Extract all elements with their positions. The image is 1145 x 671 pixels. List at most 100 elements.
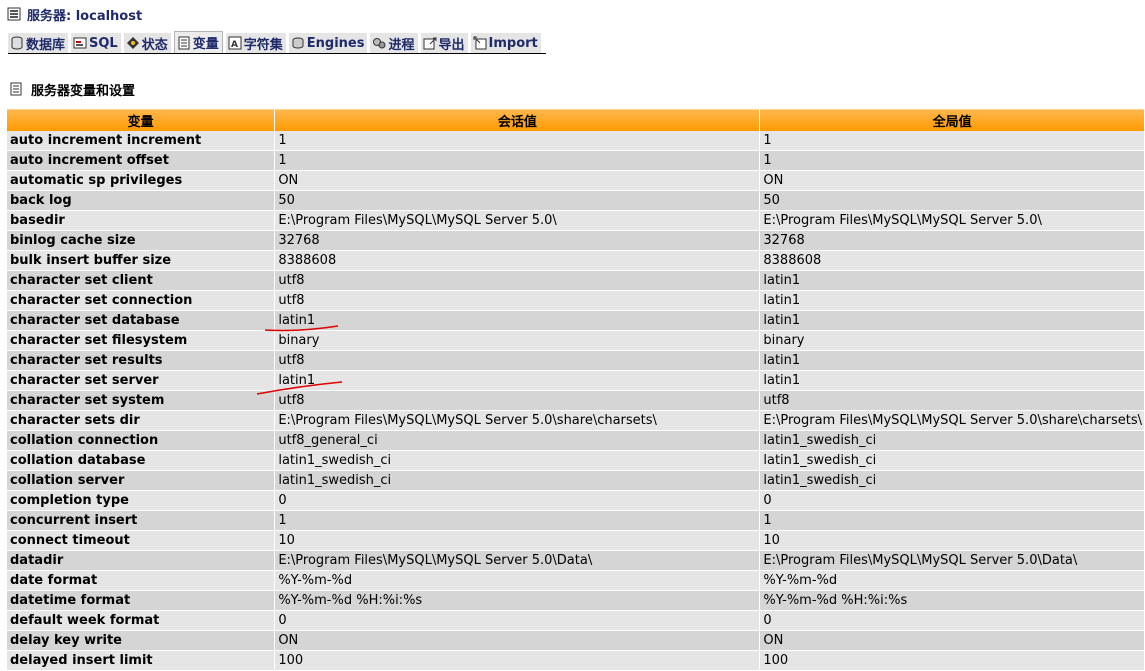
- variable-name-cell: datetime format: [7, 591, 276, 611]
- tab-variables[interactable]: 变量: [173, 31, 223, 53]
- global-value-cell: 1: [760, 151, 1144, 171]
- status-icon: [126, 37, 139, 49]
- session-value-cell: utf8_general_ci: [275, 431, 761, 451]
- variable-name-cell: concurrent insert: [7, 511, 276, 531]
- server-breadcrumb: 服务器: localhost: [7, 5, 142, 24]
- column-header-variable: 变量: [7, 109, 276, 131]
- global-value-cell: 32768: [760, 231, 1144, 251]
- engines-icon: [292, 37, 304, 49]
- global-value-cell: 100: [760, 651, 1144, 671]
- table-row: character sets dir E:\Program Files\MySQL…: [7, 411, 1144, 431]
- session-value-cell: 0: [275, 491, 761, 511]
- session-value-cell: E:\Program Files\MySQL\MySQL Server 5.0\…: [275, 551, 761, 571]
- session-value-cell: latin1_swedish_ci: [275, 471, 761, 491]
- section-title-text: 服务器变量和设置: [31, 83, 136, 99]
- table-row: basedir E:\Program Files\MySQL\MySQL Serv…: [7, 211, 1144, 231]
- tab-label: 变量: [192, 37, 219, 52]
- variable-name-cell: date format: [7, 571, 276, 591]
- tab-export[interactable]: 导出: [420, 33, 468, 53]
- table-row: delay key write ON ON: [7, 631, 1144, 651]
- session-value-cell: latin1_swedish_ci: [275, 451, 761, 471]
- variable-name-cell: default week format: [7, 611, 276, 631]
- variable-name-cell: automatic sp privileges: [7, 171, 276, 191]
- global-value-cell: latin1_swedish_ci: [760, 471, 1144, 491]
- table-row: automatic sp privileges ON ON: [7, 171, 1144, 191]
- tab-status[interactable]: 状态: [123, 33, 171, 53]
- section-title: 服务器变量和设置: [9, 79, 135, 99]
- session-value-cell: 1: [275, 151, 761, 171]
- column-header-global-value: 全局值: [760, 109, 1144, 131]
- global-value-cell: 1: [760, 511, 1144, 531]
- tab-label: 数据库: [26, 37, 66, 53]
- import-icon: [473, 36, 487, 50]
- global-value-cell: latin1: [760, 271, 1144, 291]
- variable-name-cell: collation database: [7, 451, 276, 471]
- variables-icon: [10, 82, 22, 96]
- tab-label: Engines: [306, 35, 365, 51]
- variables-icon: [178, 36, 190, 49]
- tab-label: Import: [488, 35, 538, 51]
- server-icon: [7, 7, 21, 21]
- variable-name-cell: delayed insert limit: [7, 651, 276, 671]
- session-value-cell: ON: [275, 171, 761, 191]
- table-row: completion type 0 0: [7, 491, 1144, 511]
- table-row: collation database latin1_swedish_ci latin…: [7, 451, 1144, 471]
- variable-name-cell: character set client: [7, 271, 276, 291]
- tab-sql[interactable]: SQL: [71, 33, 121, 53]
- variable-name-cell: collation connection: [7, 431, 276, 451]
- variable-name-cell: basedir: [7, 211, 276, 231]
- variable-name-cell: delay key write: [7, 631, 276, 651]
- variable-name-cell: character set server: [7, 371, 276, 391]
- global-value-cell: ON: [760, 171, 1144, 191]
- variable-name-cell: collation server: [7, 471, 276, 491]
- variable-name-cell: binlog cache size: [7, 231, 276, 251]
- table-row: character set system utf8 utf8: [7, 391, 1144, 411]
- session-value-cell: E:\Program Files\MySQL\MySQL Server 5.0\…: [275, 411, 761, 431]
- table-row: bulk insert buffer size 8388608 8388608: [7, 251, 1144, 271]
- variable-name-cell: back log: [7, 191, 276, 211]
- variable-name-cell: auto increment offset: [7, 151, 276, 171]
- table-row: auto increment offset 1 1: [7, 151, 1144, 171]
- session-value-cell: 1: [275, 511, 761, 531]
- session-value-cell: 100: [275, 651, 761, 671]
- table-row: character set server latin1 latin1: [7, 371, 1144, 391]
- tab-charsets[interactable]: A 字符集: [225, 33, 286, 53]
- table-row: character set connection utf8 latin1: [7, 291, 1144, 311]
- variable-name-cell: character set database: [7, 311, 276, 331]
- variables-table: 变量 会话值 全局值 auto increment increment 1 1 aut…: [7, 109, 1144, 671]
- tab-processes[interactable]: 进程: [370, 33, 418, 53]
- global-value-cell: 8388608: [760, 251, 1144, 271]
- table-row: character set results utf8 latin1: [7, 351, 1144, 371]
- tab-label: 字符集: [243, 37, 283, 53]
- tab-import[interactable]: Import: [470, 33, 541, 53]
- session-value-cell: %Y-%m-%d: [275, 571, 761, 591]
- tab-label: 进程: [388, 37, 415, 53]
- global-value-cell: ON: [760, 631, 1144, 651]
- session-value-cell: %Y-%m-%d %H:%i:%s: [275, 591, 761, 611]
- variable-name-cell: bulk insert buffer size: [7, 251, 276, 271]
- table-row: delayed insert limit 100 100: [7, 651, 1144, 671]
- variable-name-cell: auto increment increment: [7, 131, 276, 151]
- table-row: collation server latin1_swedish_ci latin1_…: [7, 471, 1144, 491]
- tab-label: 状态: [141, 37, 168, 53]
- svg-text:A: A: [231, 40, 238, 50]
- session-value-cell: 8388608: [275, 251, 761, 271]
- tab-engines[interactable]: Engines: [288, 33, 368, 53]
- tab-databases[interactable]: 数据库: [8, 33, 69, 53]
- export-icon: [423, 37, 436, 50]
- session-value-cell: 32768: [275, 231, 761, 251]
- variable-name-cell: character sets dir: [7, 411, 276, 431]
- table-row: concurrent insert 1 1: [7, 511, 1144, 531]
- session-value-cell: utf8: [275, 351, 761, 371]
- server-label[interactable]: 服务器: localhost: [27, 5, 142, 24]
- tab-label: SQL: [89, 35, 118, 51]
- table-row: auto increment increment 1 1: [7, 131, 1144, 151]
- table-body: auto increment increment 1 1 auto increment…: [7, 131, 1144, 671]
- global-value-cell: E:\Program Files\MySQL\MySQL Server 5.0\: [760, 211, 1144, 231]
- variable-name-cell: character set connection: [7, 291, 276, 311]
- session-value-cell: latin1: [275, 371, 761, 391]
- variable-name-cell: connect timeout: [7, 531, 276, 551]
- global-value-cell: binary: [760, 331, 1144, 351]
- session-value-cell: 50: [275, 191, 761, 211]
- session-value-cell: 1: [275, 131, 761, 151]
